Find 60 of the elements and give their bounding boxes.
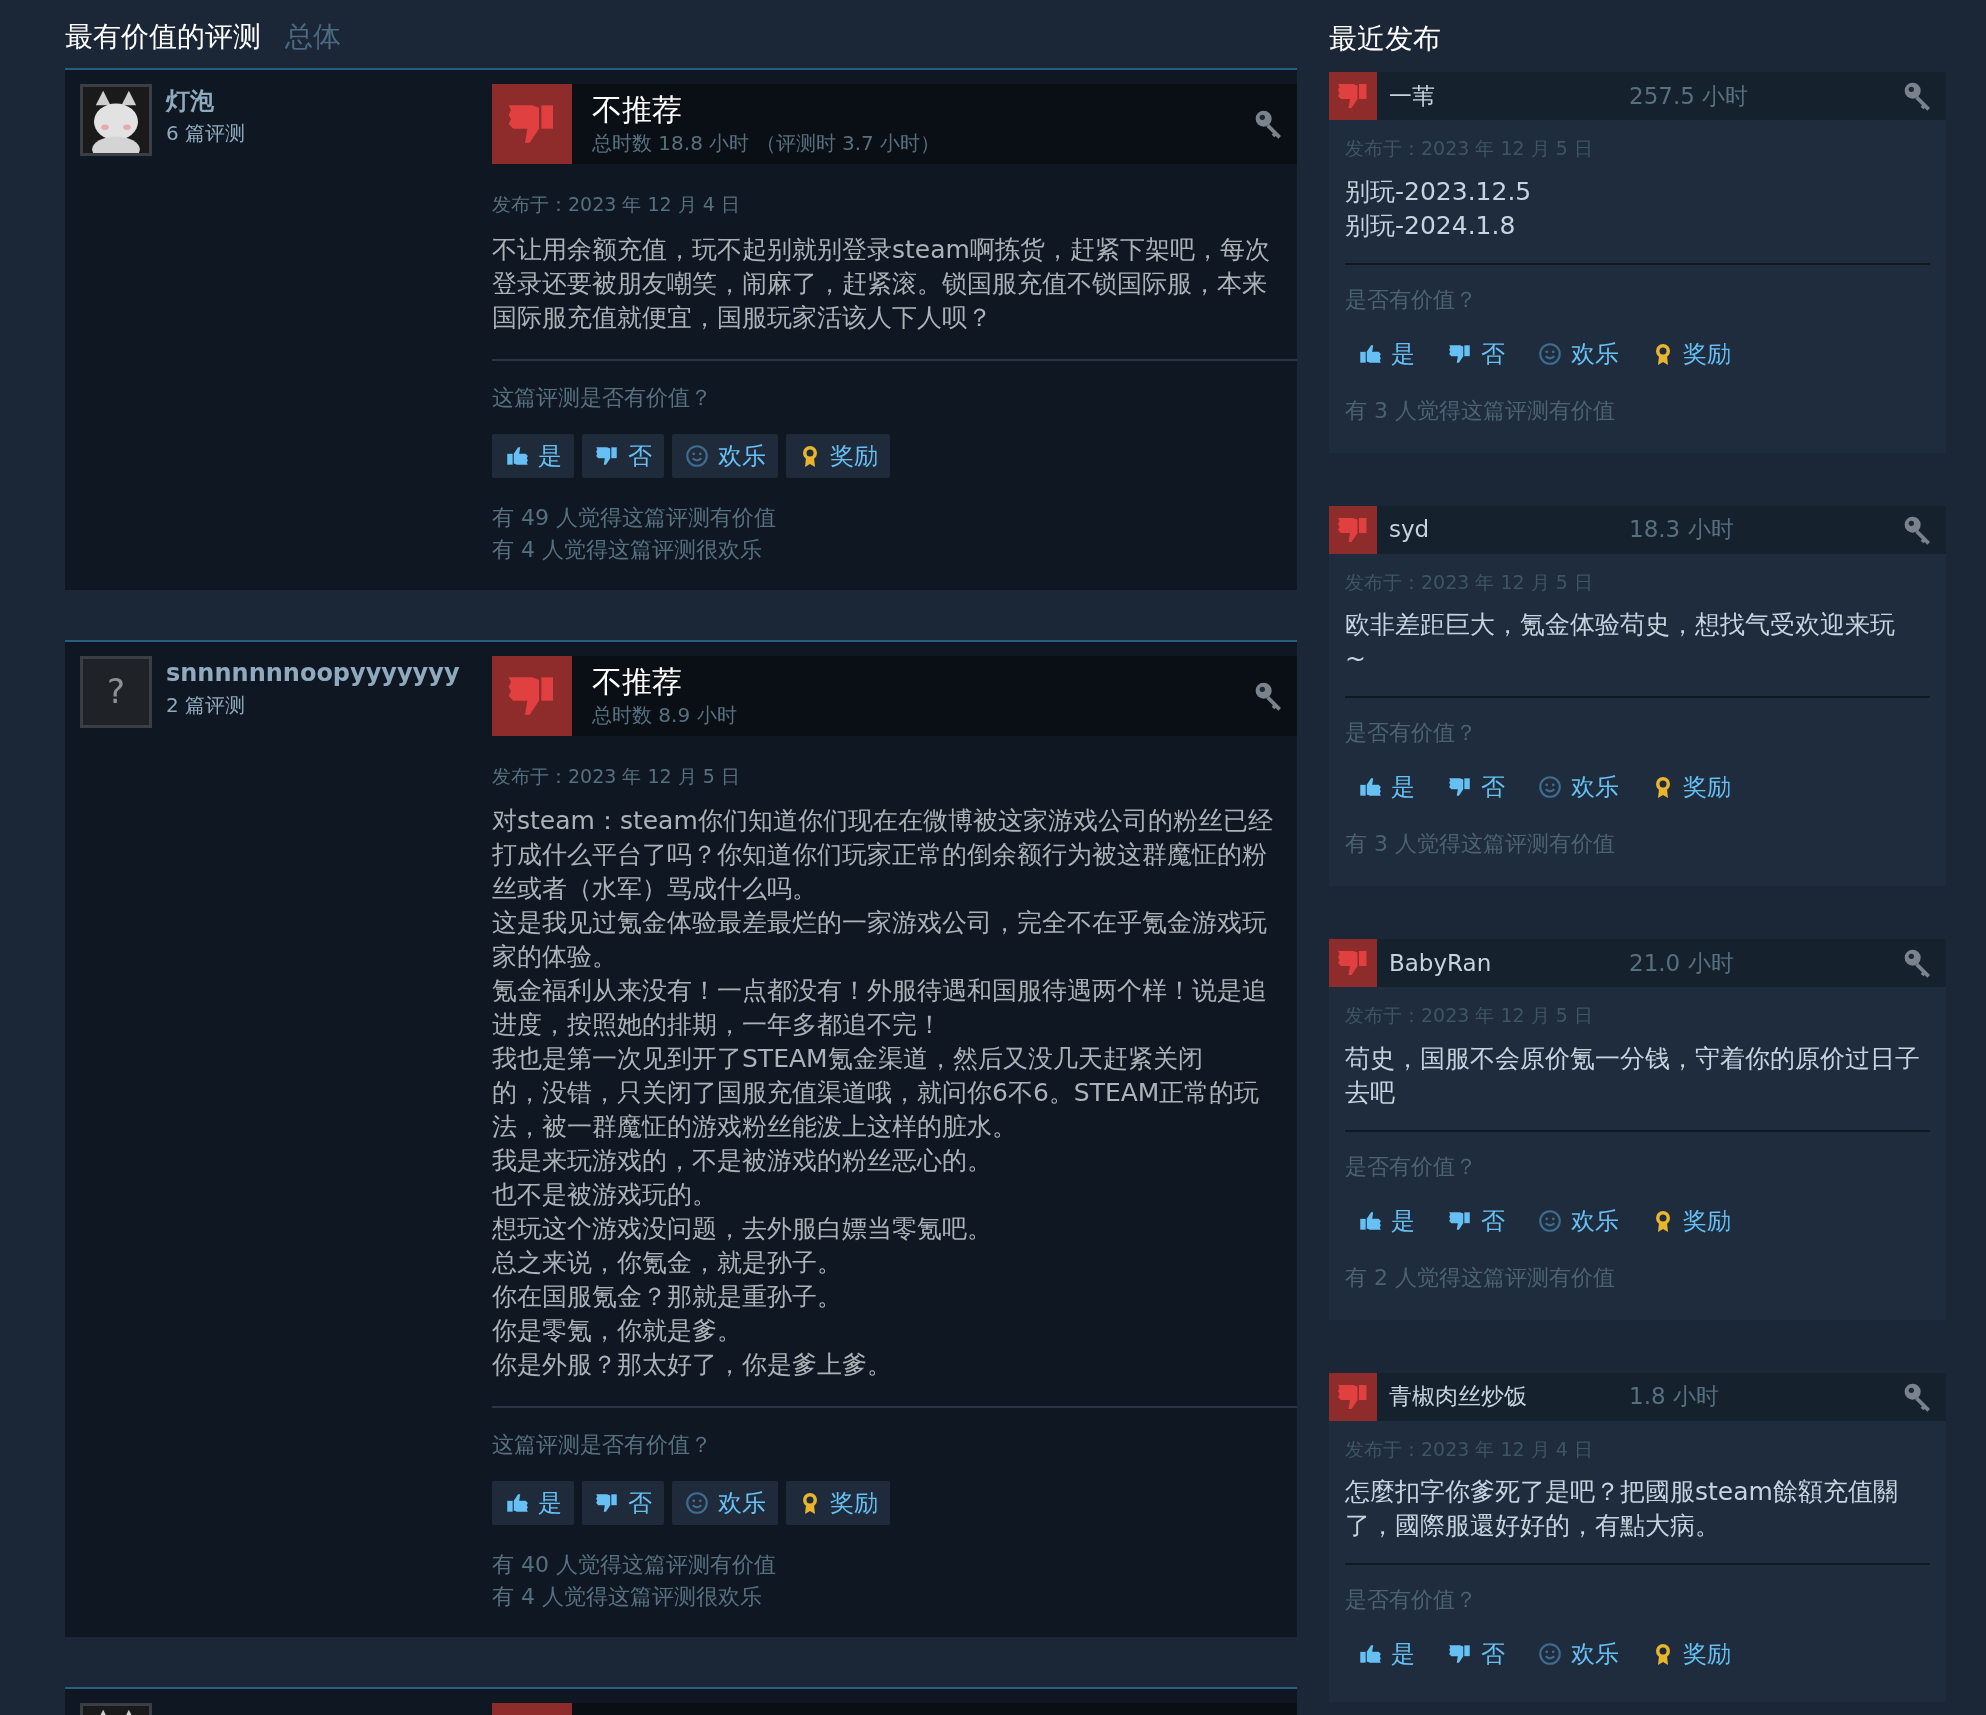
review-text: 怎麼扣字你爹死了是吧？把國服steam餘額充值關了，國際服還好好的，有點大病。 — [1345, 1476, 1899, 1542]
playtime: 1.8 小时 — [1629, 1382, 1720, 1412]
vote-button[interactable]: 欢乐 — [672, 433, 778, 478]
review-text: 这是我见过氪金体验最差最烂的一家游戏公司，完全不在乎氪金游戏玩家的体验。 — [492, 907, 1268, 973]
author-name[interactable]: 灯泡 — [166, 84, 246, 118]
verdict-label: 不推荐 — [592, 662, 683, 701]
smiley-icon — [1537, 1641, 1563, 1667]
vote-button[interactable]: 否 — [582, 1481, 664, 1525]
author-name[interactable]: 青椒肉丝炒饭 — [1377, 1379, 1629, 1414]
review-text: 你是外服？那太好了，你是爹上爹。 — [492, 1349, 893, 1381]
avatar-placeholder[interactable]: ? — [80, 655, 152, 728]
review-text: 的，没错，只关闭了国服充值渠道哦，就问你6不6。STEAM正常的玩法，被一群魔怔的游戏粉丝能泼上这样的脏水。 — [492, 1077, 1261, 1143]
playtime: 18.3 小时 — [1629, 515, 1735, 545]
review-text: 欧非差距巨大，氪金体验苟史，想找气受欢迎来玩 — [1345, 609, 1896, 641]
helpful-prompt: 这篇评测是否有价值？ — [492, 1431, 713, 1459]
funny-count: 有 4 人觉得这篇评测很欢乐 — [492, 535, 763, 564]
verdict-label: 不推荐 — [592, 91, 683, 129]
vote-button[interactable]: 欢乐 — [672, 1481, 778, 1525]
section-title: 最有价值的评测 — [65, 19, 261, 55]
review-text: 别玩-2023.12.5 — [1345, 175, 1533, 208]
review-text: 你是零氪，你就是爹。 — [492, 1315, 743, 1347]
review-text: 对steam：steam你们知道你们现在在微博被这家游戏公司的粉丝已经打成什么平台了吗？你知道你们玩家正常的倒余额行为被这群魔怔的粉丝或者（水军）骂成什么吗。 — [492, 805, 1274, 905]
playtime: 21.0 小时 — [1629, 948, 1735, 978]
vote-button[interactable]: 否 — [582, 433, 664, 478]
review-text: 想玩这个游戏没问题，去外服白嫖当零氪吧。 — [492, 1213, 993, 1245]
vote-button[interactable]: 奖励 — [786, 433, 890, 478]
smiley-icon — [684, 1490, 710, 1516]
helpful-count: 有 49 人觉得这篇评测有价值 — [492, 503, 777, 532]
helpful-prompt: 这篇评测是否有价值？ — [492, 383, 713, 412]
playtime: 总时数 8.9 小时 — [592, 701, 738, 729]
playtime: 总时数 18.8 小时 （评测时 3.7 小时） — [592, 130, 942, 157]
post-date: 发布于：2023 年 12 月 5 日 — [492, 763, 741, 789]
author-name[interactable]: 一苇 — [1377, 78, 1629, 114]
review-text: 总之来说，你氪金，就是孙子。 — [492, 1247, 843, 1279]
review-text: 我是来玩游戏的，不是被游戏的粉丝恶心的。 — [492, 1145, 993, 1177]
author-name[interactable]: snnnnnnnoopyyyyyyy — [166, 655, 460, 690]
review-text: 苟史，国服不会原价氪一分钱，守着你的原价过日子去吧 — [1345, 1042, 1921, 1109]
review-text: 我也是第一次见到开了STEAM氪金渠道，然后又没几天赶紧关闭 — [492, 1043, 1204, 1075]
smiley-icon — [1537, 1207, 1563, 1234]
vote-button[interactable]: 奖励 — [786, 1481, 890, 1525]
review-text: ~ — [1345, 643, 1367, 675]
review-text: 你在国服氪金？那就是重孙子。 — [492, 1281, 843, 1313]
review-count[interactable]: 6 篇评测 — [166, 118, 246, 148]
review-count[interactable]: 2 篇评测 — [166, 689, 460, 720]
helpful-count: 有 40 人觉得这篇评测有价值 — [492, 1551, 777, 1579]
review-text: 不让用余额充值，玩不起别就别登录steam啊拣货，赶紧下架吧，每次登录还要被朋友嘲笑，闹麻了，赶紧滚。锁国服充值不锁国际服，本来国际服充值就便宜，国服玩家活该人下人呗？ — [492, 233, 1271, 334]
smiley-icon — [1537, 340, 1563, 367]
author-name[interactable]: BabyRan — [1377, 945, 1629, 981]
playtime: 257.5 小时 — [1629, 81, 1750, 111]
review-text: 氪金福利从来没有！一点都没有！外服待遇和国服待遇两个样！说是追进度，按照她的排期，一年多都追不完！ — [492, 975, 1268, 1041]
vote-button[interactable]: 是 — [492, 433, 574, 478]
funny-count: 有 4 人觉得这篇评测很欢乐 — [492, 1583, 763, 1611]
section-title: 最近发布 — [1329, 21, 1442, 57]
review-text: 也不是被游戏玩的。 — [492, 1179, 718, 1211]
vote-button[interactable]: 是 — [492, 1481, 574, 1525]
review-text: 别玩-2024.1.8 — [1345, 209, 1517, 242]
author-name[interactable]: syd — [1377, 512, 1629, 547]
smiley-icon — [684, 442, 710, 469]
post-date: 发布于：2023 年 12 月 4 日 — [492, 192, 741, 217]
smiley-icon — [1537, 774, 1563, 800]
